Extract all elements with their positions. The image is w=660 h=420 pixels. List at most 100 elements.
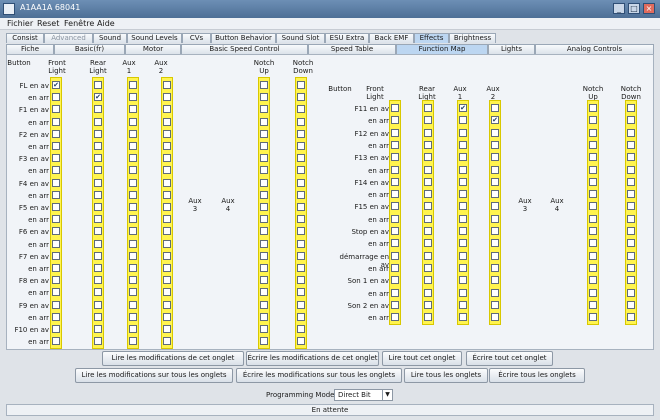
function-checkbox[interactable] [260, 276, 268, 285]
function-checkbox[interactable] [163, 215, 171, 224]
function-checkbox[interactable] [260, 312, 268, 321]
function-checkbox[interactable] [297, 178, 305, 187]
function-checkbox[interactable] [129, 142, 137, 150]
function-checkbox[interactable] [260, 264, 268, 272]
function-checkbox[interactable] [391, 227, 399, 235]
function-checkbox[interactable] [424, 153, 432, 162]
function-checkbox[interactable] [459, 288, 467, 297]
tab-action-button[interactable]: Écrire les modifications de cet onglet [246, 351, 379, 366]
tab-action-button[interactable]: Lire les modifications de cet onglet [102, 351, 244, 366]
function-checkbox[interactable] [260, 105, 268, 114]
function-checkbox[interactable] [459, 214, 467, 223]
function-checkbox[interactable] [94, 117, 102, 126]
function-checkbox[interactable] [129, 166, 137, 175]
function-checkbox[interactable] [391, 214, 399, 223]
function-checkbox[interactable] [94, 300, 102, 309]
function-checkbox[interactable] [297, 117, 305, 126]
function-checkbox[interactable] [260, 117, 268, 126]
function-checkbox[interactable] [424, 202, 432, 211]
function-checkbox[interactable] [424, 165, 432, 174]
function-checkbox[interactable] [94, 337, 102, 346]
function-checkbox[interactable] [391, 263, 399, 272]
function-checkbox-checked[interactable]: ✔ [491, 116, 499, 125]
function-checkbox[interactable] [424, 116, 432, 125]
function-checkbox[interactable] [424, 300, 432, 309]
function-checkbox[interactable] [260, 300, 268, 309]
function-checkbox[interactable] [94, 178, 102, 187]
function-checkbox[interactable] [627, 239, 635, 248]
function-checkbox[interactable] [52, 276, 60, 285]
function-checkbox[interactable] [459, 313, 467, 322]
function-checkbox[interactable] [491, 128, 499, 137]
function-checkbox[interactable] [260, 178, 268, 187]
function-checkbox[interactable] [297, 93, 305, 102]
function-checkbox[interactable] [424, 190, 432, 199]
function-checkbox[interactable] [52, 312, 60, 321]
function-checkbox[interactable] [391, 104, 399, 112]
function-checkbox[interactable] [424, 276, 432, 285]
function-checkbox[interactable] [163, 300, 171, 309]
function-checkbox[interactable] [459, 227, 467, 235]
function-checkbox[interactable] [627, 288, 635, 297]
function-checkbox[interactable] [424, 177, 432, 186]
function-checkbox[interactable] [589, 276, 597, 285]
function-checkbox[interactable] [459, 165, 467, 174]
function-checkbox[interactable] [627, 104, 635, 112]
function-checkbox[interactable] [391, 202, 399, 211]
tab-cvs[interactable]: CVs [182, 33, 211, 43]
function-checkbox[interactable] [94, 203, 102, 211]
menu-reset[interactable]: Reset [37, 19, 59, 28]
function-checkbox[interactable] [589, 177, 597, 186]
function-checkbox[interactable] [491, 165, 499, 174]
function-checkbox[interactable] [491, 300, 499, 309]
function-checkbox[interactable] [297, 215, 305, 224]
function-checkbox[interactable] [163, 190, 171, 199]
function-checkbox[interactable] [589, 202, 597, 211]
function-checkbox[interactable] [94, 251, 102, 260]
function-checkbox[interactable] [491, 140, 499, 149]
function-checkbox[interactable] [589, 116, 597, 125]
function-checkbox[interactable] [260, 251, 268, 260]
tab-button-behavior[interactable]: Button Behavior [211, 33, 276, 43]
maximize-button[interactable]: □ [628, 3, 640, 14]
function-checkbox[interactable] [129, 117, 137, 126]
function-checkbox[interactable] [424, 140, 432, 149]
function-checkbox[interactable] [627, 214, 635, 223]
tab-action-button[interactable]: Lire tout cet onglet [382, 351, 462, 366]
function-checkbox[interactable] [129, 105, 137, 114]
function-checkbox[interactable] [491, 153, 499, 162]
function-checkbox[interactable] [627, 300, 635, 309]
function-checkbox[interactable] [491, 202, 499, 211]
function-checkbox[interactable] [52, 325, 60, 333]
tab-advanced[interactable]: Advanced [44, 33, 93, 43]
function-checkbox[interactable] [260, 81, 268, 89]
function-checkbox[interactable] [589, 128, 597, 137]
all-tabs-action-button[interactable]: Lire les modifications sur tous les ongl… [75, 368, 233, 383]
function-checkbox[interactable] [491, 288, 499, 297]
function-checkbox[interactable] [94, 154, 102, 163]
function-checkbox[interactable] [297, 166, 305, 175]
function-checkbox[interactable] [589, 190, 597, 199]
function-checkbox[interactable] [129, 300, 137, 309]
function-checkbox[interactable] [391, 165, 399, 174]
function-checkbox[interactable] [424, 214, 432, 223]
function-checkbox[interactable] [129, 325, 137, 333]
tab-sound-slot[interactable]: Sound Slot [276, 33, 325, 43]
tab-basic-speed-control[interactable]: Basic Speed Control [181, 44, 308, 54]
function-checkbox[interactable] [163, 117, 171, 126]
function-checkbox[interactable] [589, 239, 597, 248]
function-checkbox[interactable] [589, 263, 597, 272]
function-checkbox[interactable] [297, 129, 305, 138]
function-checkbox[interactable] [627, 276, 635, 285]
function-checkbox[interactable] [391, 313, 399, 322]
tab-brightness[interactable]: Brightness [449, 33, 496, 43]
function-checkbox[interactable] [459, 128, 467, 137]
function-checkbox[interactable] [491, 239, 499, 248]
function-checkbox[interactable] [491, 190, 499, 199]
function-checkbox[interactable] [297, 154, 305, 163]
all-tabs-action-button[interactable]: Écrire tous les onglets [489, 368, 585, 383]
function-checkbox[interactable] [459, 202, 467, 211]
function-checkbox[interactable] [163, 81, 171, 89]
function-checkbox[interactable] [129, 227, 137, 236]
function-checkbox[interactable] [589, 300, 597, 309]
